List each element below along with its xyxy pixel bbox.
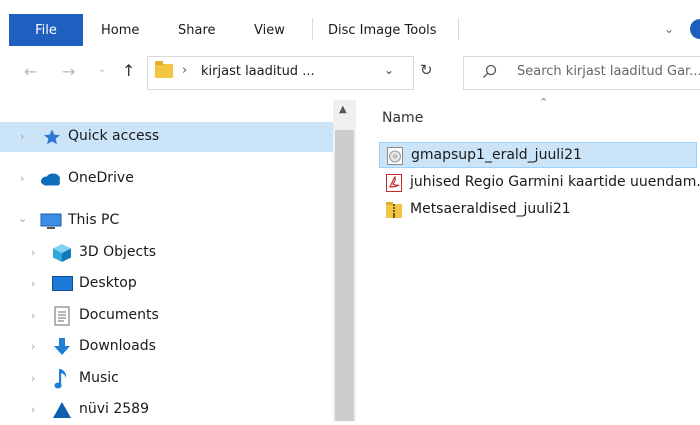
sidebar-item-quick-access[interactable]: › Quick access [0, 122, 333, 152]
cloud-icon [41, 173, 60, 186]
chevron-down-icon[interactable]: ⌄ [18, 212, 27, 225]
tab-home[interactable]: Home [101, 14, 139, 46]
star-icon [44, 129, 60, 145]
sidebar-item-music[interactable]: › Music [0, 364, 333, 394]
sidebar-item-downloads[interactable]: › Downloads [0, 332, 333, 362]
address-current-folder[interactable]: kirjast laaditud ... [201, 64, 315, 79]
music-icon [54, 369, 67, 389]
chevron-right-icon[interactable]: › [31, 246, 35, 259]
sidebar-item-3d-objects[interactable]: › 3D Objects [0, 238, 333, 268]
device-icon [53, 402, 71, 418]
folder-icon [155, 61, 173, 78]
file-row[interactable]: Metsaeraldised_juuli21 [379, 197, 697, 223]
download-icon [54, 338, 70, 355]
sidebar-item-onedrive[interactable]: › OneDrive [0, 164, 333, 194]
zip-folder-icon [386, 202, 402, 218]
chevron-right-icon[interactable]: › [20, 172, 24, 185]
sidebar-item-documents[interactable]: › Documents [0, 301, 333, 331]
forward-arrow-icon[interactable]: → [62, 62, 75, 81]
back-arrow-icon[interactable]: ← [24, 62, 37, 81]
computer-icon [40, 213, 62, 229]
ribbon-expand-icon[interactable]: ⌄ [664, 22, 674, 36]
search-icon [483, 64, 497, 78]
disc-image-icon [387, 147, 403, 165]
sidebar-item-desktop[interactable]: › Desktop [0, 269, 333, 299]
sort-ascending-icon[interactable]: ⌃ [539, 96, 548, 109]
sidebar-item-label: Documents [79, 307, 159, 323]
sidebar-item-label: Music [79, 370, 119, 386]
sidebar-item-label: Desktop [79, 275, 137, 291]
file-row[interactable]: gmapsup1_erald_juuli21 [379, 142, 697, 168]
up-arrow-icon[interactable]: ↑ [122, 61, 135, 80]
chevron-right-icon[interactable]: › [31, 372, 35, 385]
sidebar-item-label: OneDrive [68, 170, 134, 186]
desktop-icon [52, 276, 73, 291]
chevron-right-icon[interactable]: › [31, 403, 35, 416]
sidebar-item-label: 3D Objects [79, 244, 157, 260]
tab-disc-image-tools[interactable]: Disc Image Tools [328, 14, 437, 46]
chevron-right-icon[interactable]: › [31, 340, 35, 353]
chevron-right-icon[interactable]: › [31, 277, 35, 290]
column-header-name[interactable]: Name [382, 110, 423, 126]
scroll-up-icon[interactable]: ▲ [339, 104, 347, 115]
sidebar-item-this-pc[interactable]: ⌄ This PC [0, 206, 333, 236]
refresh-icon[interactable]: ↻ [420, 61, 433, 79]
search-placeholder[interactable]: Search kirjast laaditud Gar... [517, 64, 700, 79]
document-icon [54, 306, 70, 326]
recent-locations-chevron-icon[interactable]: ⌄ [98, 64, 106, 75]
file-name: gmapsup1_erald_juuli21 [411, 147, 582, 163]
chevron-right-icon[interactable]: › [20, 130, 24, 143]
sidebar-item-label: nüvi 2589 [79, 401, 149, 417]
cube-icon [53, 244, 71, 262]
sidebar-item-label: This PC [68, 212, 120, 228]
tab-separator [458, 18, 459, 40]
path-chevron-icon[interactable]: › [182, 63, 187, 78]
tab-separator [312, 18, 313, 40]
file-row[interactable]: juhised Regio Garmini kaartide uuendam..… [379, 170, 700, 196]
file-name: juhised Regio Garmini kaartide uuendam..… [410, 174, 700, 190]
file-name: Metsaeraldised_juuli21 [410, 201, 571, 217]
tab-view[interactable]: View [254, 14, 285, 46]
nav-scrollbar-thumb[interactable] [335, 130, 354, 421]
address-dropdown-icon[interactable]: ⌄ [384, 63, 394, 77]
tab-share[interactable]: Share [178, 14, 216, 46]
chevron-right-icon[interactable]: › [31, 309, 35, 322]
tab-file[interactable]: File [9, 14, 83, 46]
sidebar-item-label: Downloads [79, 338, 156, 354]
sidebar-item-label: Quick access [68, 128, 160, 144]
pdf-icon [386, 174, 402, 192]
